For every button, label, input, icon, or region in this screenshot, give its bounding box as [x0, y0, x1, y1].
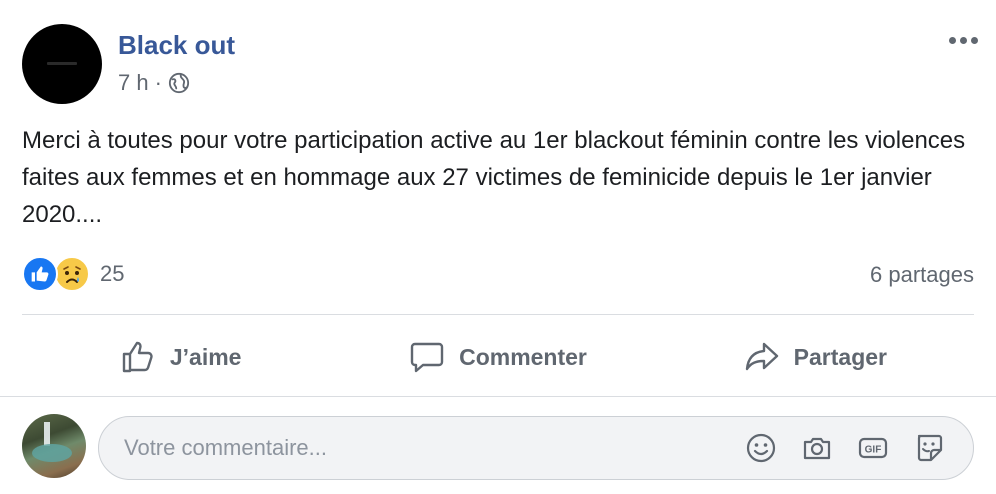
composer-icons: GIF: [743, 430, 973, 466]
globe-icon[interactable]: [168, 72, 190, 94]
post-meta: 7 h ·: [118, 70, 190, 96]
thumbs-up-icon: [122, 341, 153, 373]
post-card: Black out 7 h · Merci à toutes pour votr…: [0, 0, 996, 494]
share-label: Partager: [793, 343, 887, 370]
post-time[interactable]: 7 h: [118, 70, 149, 96]
share-count[interactable]: 6 partages: [870, 262, 974, 288]
current-user-avatar[interactable]: [22, 414, 86, 478]
more-dot-icon: [970, 36, 978, 44]
post-message: Merci à toutes pour votre participation …: [22, 127, 966, 228]
page-avatar[interactable]: [22, 24, 102, 104]
more-dot-icon: [948, 36, 956, 44]
like-label: J’aime: [169, 343, 242, 370]
author-name[interactable]: Black out: [118, 30, 235, 61]
comment-composer: GIF: [98, 416, 974, 480]
sticker-icon[interactable]: [911, 430, 947, 466]
gif-icon[interactable]: GIF: [855, 430, 891, 466]
like-button[interactable]: J’aime: [22, 326, 339, 388]
comment-button[interactable]: Commenter: [339, 326, 656, 388]
divider: [0, 396, 996, 397]
emoji-icon[interactable]: [743, 430, 779, 466]
share-button[interactable]: Partager: [657, 326, 974, 388]
meta-separator: ·: [154, 70, 162, 95]
sad-reaction-icon: [54, 256, 90, 292]
reaction-count: 25: [100, 261, 125, 286]
more-dot-icon: [959, 36, 967, 44]
svg-text:GIF: GIF: [865, 445, 882, 456]
like-reaction-icon: [22, 256, 58, 292]
camera-icon[interactable]: [799, 430, 835, 466]
action-bar: J’aime Commenter Partager: [22, 326, 974, 388]
reactions-summary[interactable]: 25: [22, 256, 124, 292]
comment-label: Commenter: [459, 343, 587, 370]
comment-input[interactable]: [99, 417, 743, 479]
divider: [22, 314, 974, 315]
share-icon: [745, 342, 778, 371]
comment-icon: [410, 342, 444, 373]
more-options-button[interactable]: [946, 30, 980, 50]
